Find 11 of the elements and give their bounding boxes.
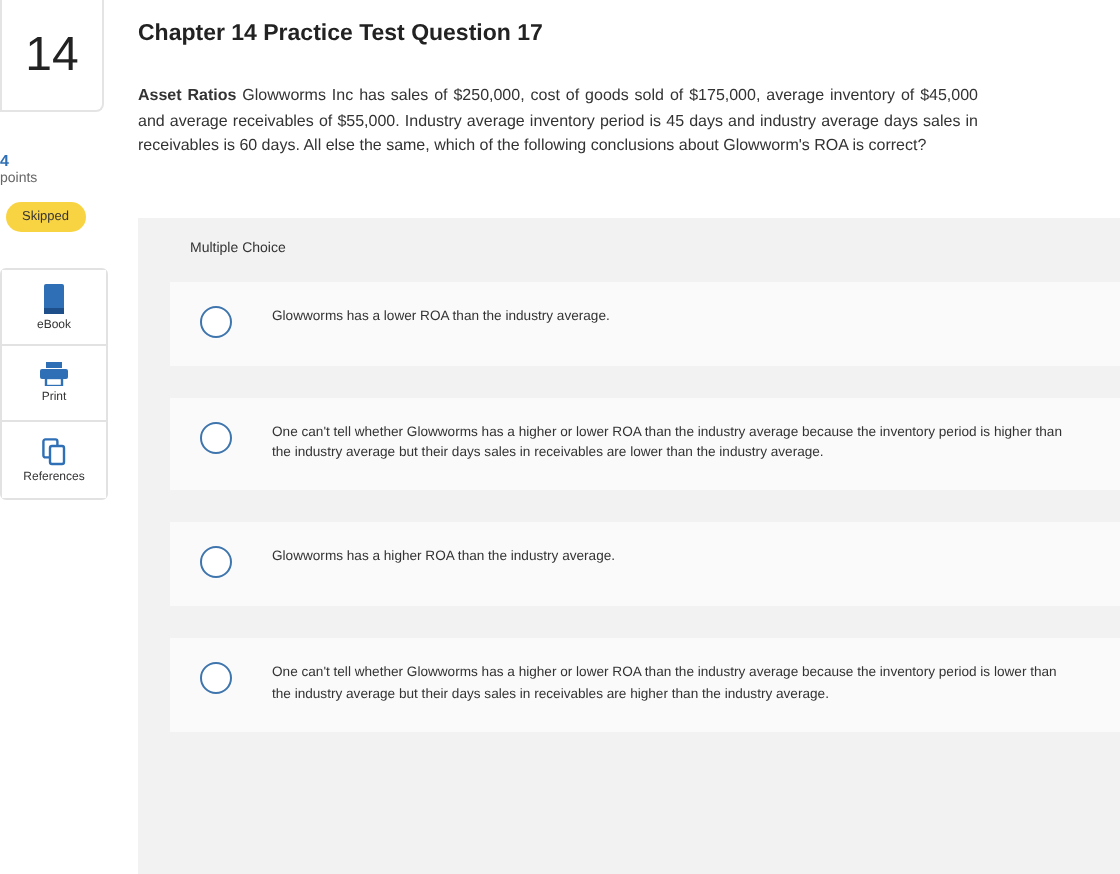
radio-button[interactable]	[200, 421, 232, 454]
copy-icon	[42, 437, 66, 465]
radio-button[interactable]	[200, 305, 232, 338]
radio-button[interactable]	[200, 662, 232, 695]
printer-icon	[40, 362, 68, 386]
question-title: Chapter 14 Practice Test Question 17	[138, 22, 545, 46]
question-number: 14	[0, 0, 104, 112]
question-text: Asset Ratios Glowworms Inc has sales of $250,000, cost of goods sold of $175,000, average inventory of $45,000 and average receivables of $55,000. Industry average inventory period is 45 days and industry average days sales in receivables is 60 days. All else the same, which of the following conclusions about Glowworm's ROA is correct?	[138, 84, 978, 159]
radio-button[interactable]	[200, 546, 232, 579]
points-value: 4	[0, 152, 9, 170]
book-icon	[42, 283, 66, 313]
